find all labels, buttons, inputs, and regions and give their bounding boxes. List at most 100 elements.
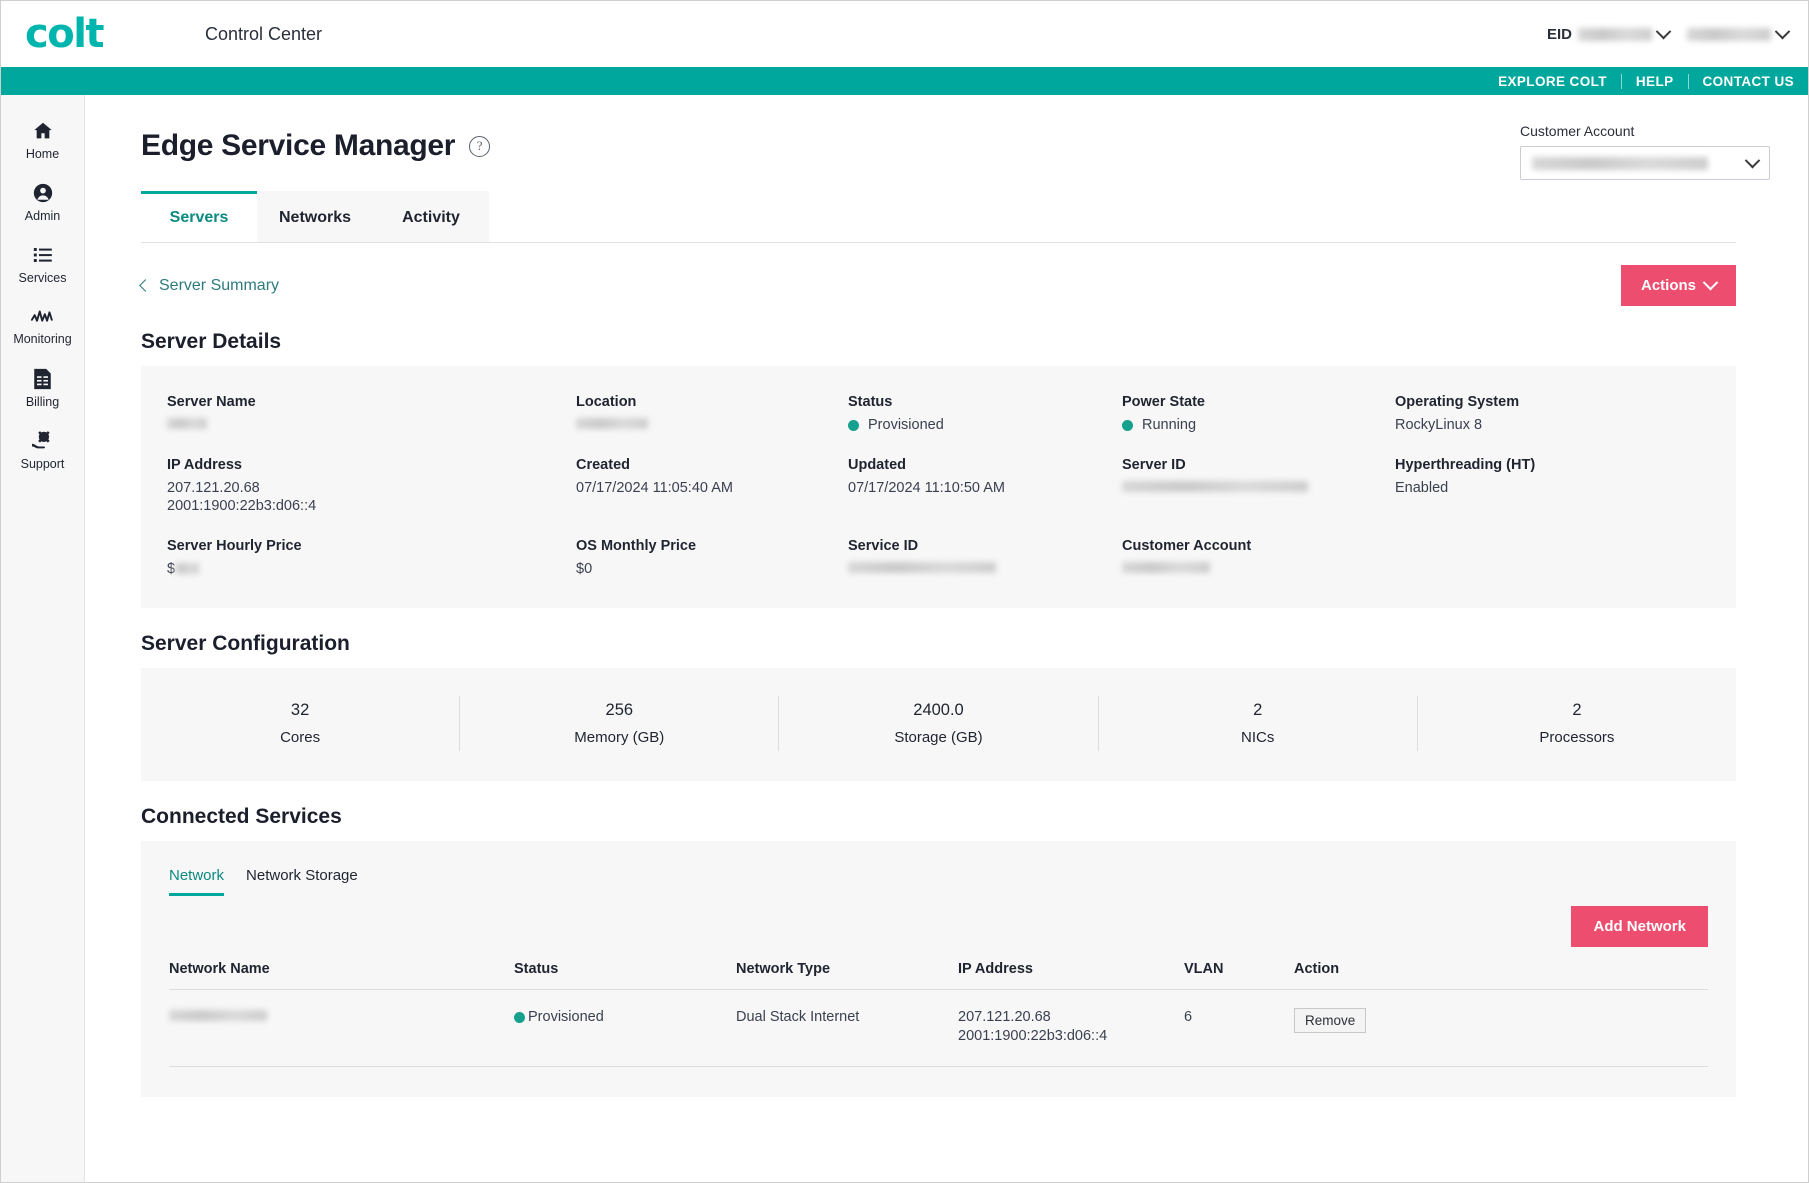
cell-network-name	[169, 989, 514, 1067]
sidebar-item-billing[interactable]: Billing	[1, 357, 84, 419]
redacted-value	[848, 561, 996, 573]
redacted-value	[169, 1010, 267, 1022]
server-configuration-row: 32 Cores 256 Memory (GB) 2400.0 Storage (GB) 2…	[141, 668, 1736, 781]
detail-value: 07/17/2024 11:05:40 AM	[576, 479, 733, 496]
nav-contact-us[interactable]: CONTACT US	[1689, 74, 1809, 89]
eid-label: EID	[1546, 25, 1572, 43]
detail-value	[576, 416, 848, 435]
connected-services-tabs: Network Network Storage	[169, 867, 1708, 897]
chevron-down-icon	[1655, 23, 1672, 39]
table-header-row: Network Name Status Network Type IP Addr…	[169, 961, 1708, 991]
back-to-server-summary-link[interactable]: Server Summary	[139, 277, 279, 295]
connected-services-panel: Network Network Storage Add Network Netw…	[141, 841, 1736, 1097]
detail-label: Power State	[1122, 394, 1205, 410]
user-name-redacted	[1687, 27, 1771, 41]
chevron-down-icon	[1702, 274, 1719, 291]
detail-field: Customer Account	[1122, 538, 1395, 579]
detail-value: RockyLinux 8	[1395, 417, 1483, 433]
customer-account-dropdown[interactable]	[1520, 146, 1770, 180]
sidebar-item-label: Services	[18, 270, 67, 285]
colt-logo[interactable]: colt	[25, 14, 105, 54]
detail-field: Updated 07/17/2024 11:10:50 AM	[848, 457, 1122, 516]
detail-value: Provisioned	[848, 416, 1122, 435]
body-container: Home Admin Services Monitoring Billing S…	[1, 95, 1808, 1182]
invoice-icon	[32, 368, 53, 390]
detail-label: Server Hourly Price	[167, 537, 302, 554]
breadcrumb-row: Server Summary Actions	[139, 265, 1736, 306]
detail-field: Server ID	[1122, 457, 1395, 516]
status-text: Provisioned	[528, 1009, 604, 1026]
sidebar-item-label: Support	[20, 456, 65, 471]
tab-network-storage[interactable]: Network Storage	[246, 867, 358, 896]
server-configuration-title: Server Configuration	[141, 632, 350, 656]
eid-selector[interactable]: EID	[1546, 23, 1672, 43]
detail-value: $	[167, 560, 576, 579]
tab-servers[interactable]: Servers	[141, 191, 257, 242]
sidebar-item-label: Home	[25, 146, 60, 161]
status-dot-icon	[848, 419, 859, 431]
detail-label: Status	[848, 394, 893, 410]
server-details-title: Server Details	[141, 330, 282, 353]
app-title: Control Center	[205, 23, 323, 44]
main-content: Edge Service Manager ? Customer Account …	[85, 95, 1808, 1182]
detail-value: $0	[576, 560, 593, 577]
config-label: Processors	[1539, 729, 1615, 747]
nav-explore-colt[interactable]: EXPLORE COLT	[1484, 74, 1621, 89]
app-window: colt Control Center EID EXPLORE COLT HEL…	[0, 0, 1809, 1183]
detail-label: IP Address	[167, 456, 242, 473]
col-action: Action	[1294, 961, 1708, 991]
tab-networks[interactable]: Networks	[257, 191, 373, 242]
tab-activity[interactable]: Activity	[373, 191, 489, 242]
tab-network[interactable]: Network	[169, 867, 225, 897]
config-label: NICs	[1241, 729, 1275, 747]
detail-value: Running	[1122, 416, 1395, 435]
detail-value	[848, 560, 1122, 579]
server-details-panel: Server Name Location Status Provisioned Powe…	[141, 366, 1736, 609]
detail-value-text: Running	[1142, 417, 1197, 433]
col-network-type: Network Type	[736, 961, 958, 991]
redacted-value	[1122, 561, 1210, 573]
left-sidebar: Home Admin Services Monitoring Billing S…	[1, 95, 85, 1182]
sidebar-item-label: Monitoring	[13, 331, 72, 346]
sidebar-item-services[interactable]: Services	[1, 233, 84, 295]
config-stat: 2400.0 Storage (GB)	[779, 696, 1099, 752]
page-title: Edge Service Manager	[141, 129, 456, 162]
config-stat: 2 Processors	[1418, 696, 1736, 751]
sidebar-item-admin[interactable]: Admin	[1, 171, 84, 233]
customer-account-selector: Customer Account	[1520, 123, 1770, 180]
top-header-bar: colt Control Center EID	[1, 1, 1808, 67]
redacted-value	[576, 418, 648, 429]
customer-account-value-redacted	[1532, 156, 1708, 170]
config-value: 32	[290, 701, 310, 720]
nav-help[interactable]: HELP	[1622, 74, 1688, 89]
sidebar-item-monitoring[interactable]: Monitoring	[1, 295, 84, 357]
user-menu[interactable]	[1687, 23, 1791, 41]
sidebar-item-label: Admin	[24, 208, 61, 223]
sidebar-item-home[interactable]: Home	[1, 109, 84, 171]
detail-field: Location	[576, 394, 848, 435]
remove-network-button[interactable]: Remove	[1294, 1008, 1367, 1034]
cell-action: Remove	[1294, 989, 1708, 1067]
redacted-value	[1122, 480, 1308, 492]
redacted-value	[175, 563, 200, 575]
col-ip-address: IP Address	[958, 961, 1184, 991]
detail-field: IP Address 207.121.20.68 2001:1900:22b3:d0…	[167, 457, 576, 516]
detail-field-empty	[1395, 538, 1710, 579]
detail-label: Server ID	[1122, 456, 1186, 473]
detail-value	[1122, 560, 1395, 579]
actions-button-label: Actions	[1640, 277, 1696, 294]
detail-field: Hyperthreading (HT) Enabled	[1395, 457, 1710, 516]
detail-label: Hyperthreading (HT)	[1395, 456, 1536, 473]
config-value: 2	[1253, 701, 1263, 720]
detail-label: Location	[576, 394, 637, 410]
help-icon[interactable]: ?	[469, 135, 491, 157]
detail-field: Server Name	[167, 394, 576, 435]
support-gear-icon	[31, 430, 55, 452]
actions-button[interactable]: Actions	[1620, 265, 1736, 306]
add-network-button[interactable]: Add Network	[1571, 906, 1708, 948]
config-value: 2	[1572, 701, 1582, 720]
sidebar-item-support[interactable]: Support	[1, 419, 84, 481]
config-value: 256	[605, 701, 634, 720]
list-icon	[32, 244, 54, 266]
server-details-grid: Server Name Location Status Provisioned Powe…	[141, 366, 1736, 608]
